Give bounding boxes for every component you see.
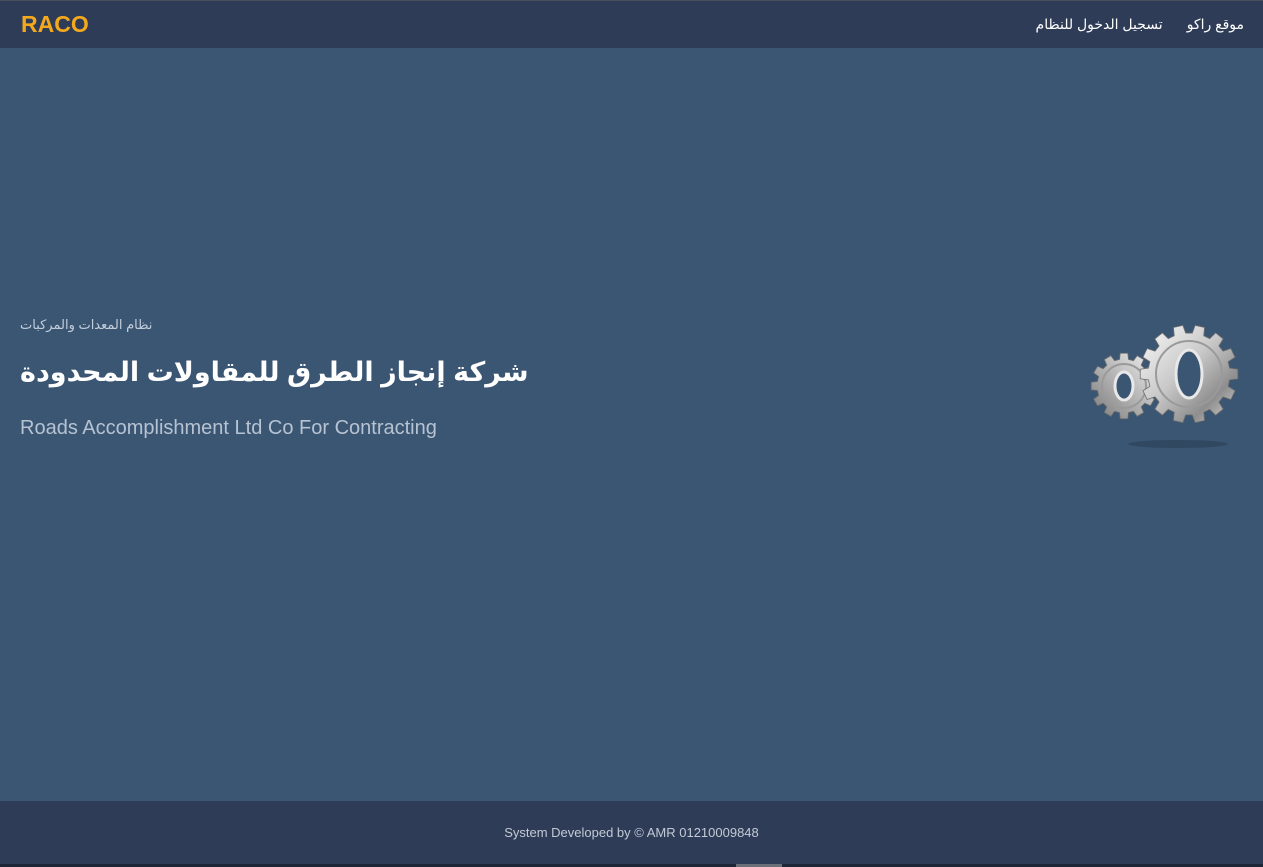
top-navbar: RACO موقع راكو تسجيل الدخول للنظام bbox=[0, 0, 1263, 48]
brand-logo-link[interactable]: RACO bbox=[21, 11, 89, 37]
gears-icon bbox=[1090, 324, 1239, 448]
hero-section: نظام المعدات والمركبات شركة إنجاز الطرق … bbox=[0, 48, 1263, 801]
hero-title-arabic: شركة إنجاز الطرق للمقاولات المحدودة bbox=[20, 357, 529, 387]
nav-links: موقع راكو تسجيل الدخول للنظام bbox=[1036, 15, 1244, 33]
footer-credit: System Developed by © AMR 01210009848 bbox=[504, 825, 759, 840]
nav-link-system-login[interactable]: تسجيل الدخول للنظام bbox=[1036, 15, 1163, 33]
page-footer: System Developed by © AMR 01210009848 bbox=[0, 801, 1263, 864]
nav-link-raco-website[interactable]: موقع راكو bbox=[1187, 15, 1244, 33]
hero-subtitle: نظام المعدات والمركبات bbox=[20, 317, 153, 332]
hero-title-english: Roads Accomplishment Ltd Co For Contract… bbox=[20, 417, 437, 439]
